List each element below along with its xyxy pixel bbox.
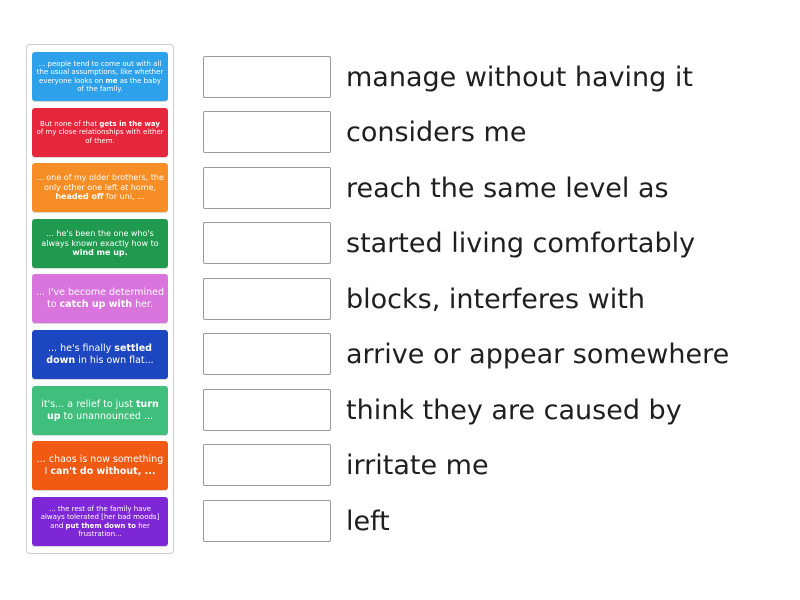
match-row-6: arrive or appear somewhere: [203, 333, 783, 377]
definition-text: blocks, interferes with: [346, 283, 645, 315]
match-row-9: left: [203, 500, 783, 544]
answer-tile-2[interactable]: But none of that gets in the way of my c…: [32, 108, 168, 157]
tile-text: ... I've become determined to catch up w…: [36, 287, 164, 310]
answer-tile-1[interactable]: ... people tend to come out with all the…: [32, 52, 168, 101]
definition-text: think they are caused by: [346, 394, 682, 426]
definition-text: reach the same level as: [346, 172, 669, 204]
answer-tile-8[interactable]: ... chaos is now something I can't do wi…: [32, 441, 168, 490]
tile-text: ... he's finally settled down in his own…: [46, 343, 154, 366]
match-row-2: considers me: [203, 111, 783, 155]
answer-tile-tray: ... people tend to come out with all the…: [26, 44, 174, 554]
match-row-7: think they are caused by: [203, 389, 783, 433]
definition-text: left: [346, 505, 390, 537]
answer-tile-6[interactable]: ... he's finally settled down in his own…: [32, 330, 168, 379]
answer-tile-7[interactable]: it's... a relief to just turn up to unan…: [32, 386, 168, 435]
drop-slot-4[interactable]: [203, 222, 331, 264]
drop-slot-2[interactable]: [203, 111, 331, 153]
drop-slot-5[interactable]: [203, 278, 331, 320]
match-row-3: reach the same level as: [203, 167, 783, 211]
tile-text: ... chaos is now something I can't do wi…: [36, 454, 164, 477]
drop-slot-9[interactable]: [203, 500, 331, 542]
tile-text: ... the rest of the family have always t…: [40, 505, 160, 538]
definition-text: manage without having it: [346, 61, 693, 93]
tile-text: ... one of my older brothers, the only o…: [36, 173, 164, 202]
match-row-8: irritate me: [203, 444, 783, 488]
drop-slot-1[interactable]: [203, 56, 331, 98]
definition-text: considers me: [346, 116, 527, 148]
answer-tile-3[interactable]: ... one of my older brothers, the only o…: [32, 163, 168, 212]
definition-text: irritate me: [346, 449, 489, 481]
answer-tile-5[interactable]: ... I've become determined to catch up w…: [32, 274, 168, 323]
match-row-5: blocks, interferes with: [203, 278, 783, 322]
match-row-1: manage without having it: [203, 56, 783, 100]
drop-slot-7[interactable]: [203, 389, 331, 431]
drop-slot-6[interactable]: [203, 333, 331, 375]
match-row-4: started living comfortably: [203, 222, 783, 266]
tile-text: ... he's been the one who's always known…: [41, 229, 159, 258]
answer-tile-4[interactable]: ... he's been the one who's always known…: [32, 219, 168, 268]
answer-tile-9[interactable]: ... the rest of the family have always t…: [32, 497, 168, 546]
drop-slot-8[interactable]: [203, 444, 331, 486]
drop-slot-3[interactable]: [203, 167, 331, 209]
definition-text: started living comfortably: [346, 227, 696, 259]
tile-text: But none of that gets in the way of my c…: [36, 120, 164, 145]
tile-text: it's... a relief to just turn up to unan…: [41, 399, 159, 422]
tile-text: ... people tend to come out with all the…: [36, 60, 164, 93]
definition-text: arrive or appear somewhere: [346, 338, 730, 370]
